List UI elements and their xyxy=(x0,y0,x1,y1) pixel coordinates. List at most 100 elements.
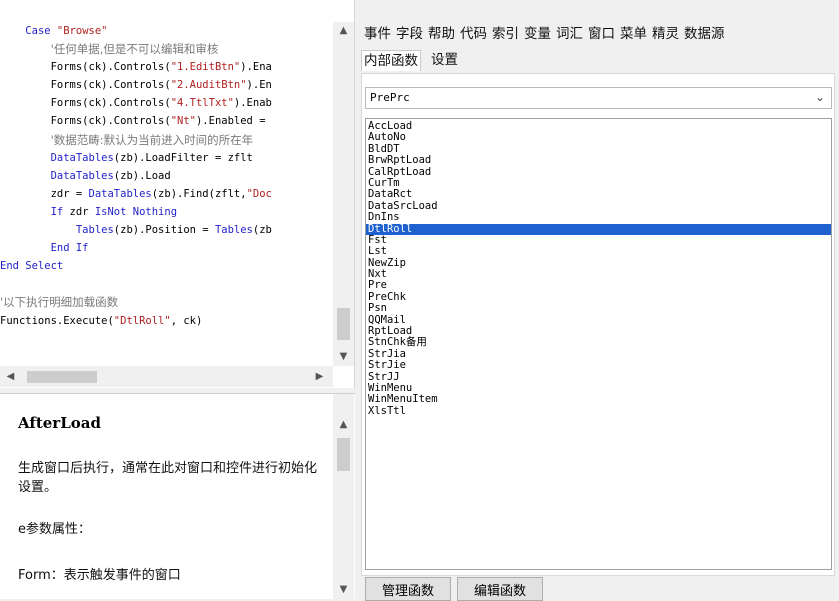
tab-内部函数[interactable]: 内部函数 xyxy=(361,50,421,71)
tab-精灵[interactable]: 精灵 xyxy=(650,24,681,44)
code-token: ).Ena xyxy=(240,61,272,74)
function-list-item[interactable]: StnChk备用 xyxy=(366,337,831,349)
function-list-item[interactable]: AutoNo xyxy=(366,131,831,143)
function-list-item[interactable]: PreChk xyxy=(366,291,831,303)
code-line: Functions.Execute("DtlRoll", ck) xyxy=(0,312,335,330)
code-line: DataTables(zb).Load xyxy=(0,167,335,185)
scroll-up-icon[interactable]: ▲ xyxy=(335,416,352,433)
help-title: AfterLoad xyxy=(18,414,101,432)
code-token: DataTables xyxy=(88,187,152,200)
function-list-item[interactable]: Lst xyxy=(366,245,831,257)
function-list-item[interactable]: StrJie xyxy=(366,359,831,371)
code-token: '以下执行明细加载函数 xyxy=(0,295,119,310)
scroll-left-icon[interactable]: ◀ xyxy=(2,368,19,385)
function-list-item[interactable]: BldDT xyxy=(366,143,831,155)
scroll-right-icon[interactable]: ▶ xyxy=(311,368,328,385)
function-list-item[interactable]: QQMail xyxy=(366,314,831,326)
code-token: zdr = xyxy=(50,187,89,200)
code-token: ).Enab xyxy=(233,97,272,110)
code-token: End Select xyxy=(0,260,64,273)
scroll-thumb[interactable] xyxy=(337,438,350,471)
code-lines[interactable]: Case "Browse" '任何单据,但是不可以编辑和审核 Forms(ck)… xyxy=(0,22,335,330)
code-token: Forms(ck).Controls( xyxy=(50,79,171,92)
function-list-item[interactable]: CurTm xyxy=(366,177,831,189)
function-list-item[interactable]: Pre xyxy=(366,280,831,292)
function-list-item[interactable]: AccLoad xyxy=(366,120,831,132)
code-token: ).En xyxy=(246,79,272,92)
code-line: zdr = DataTables(zb).Find(zflt,"Doc xyxy=(0,185,335,203)
edit-functions-button[interactable]: 编辑函数 xyxy=(457,577,543,601)
function-list[interactable]: AccLoad AutoNo BldDT BrwRptLoad CalRptLoad Cu… xyxy=(365,118,832,570)
function-list-item[interactable]: NewZip xyxy=(366,257,831,269)
combo-value: PrePrc xyxy=(370,91,410,104)
function-list-item[interactable]: Psn xyxy=(366,302,831,314)
code-token: "Nt" xyxy=(170,115,196,128)
tab-数据源[interactable]: 数据源 xyxy=(682,24,727,44)
tab-词汇[interactable]: 词汇 xyxy=(554,24,585,44)
help-form-line: Form：表示触发事件的窗口 xyxy=(18,568,181,583)
function-list-item[interactable]: DtlRoll xyxy=(366,223,831,235)
function-list-item[interactable]: CalRptLoad xyxy=(366,166,831,178)
tab-索引[interactable]: 索引 xyxy=(490,24,521,44)
code-line: Forms(ck).Controls("2.AuditBtn").En xyxy=(0,76,335,94)
code-line: '任何单据,但是不可以编辑和审核 xyxy=(0,40,335,58)
function-list-item[interactable]: Fst xyxy=(366,234,831,246)
code-token: Forms(ck).Controls( xyxy=(50,61,171,74)
function-list-item[interactable]: StrJia xyxy=(366,348,831,360)
code-line: Forms(ck).Controls("Nt").Enabled = xyxy=(0,112,335,130)
tab-事件[interactable]: 事件 xyxy=(362,24,393,44)
code-token: (zb).Find(zflt, xyxy=(151,187,247,200)
scroll-up-icon[interactable]: ▲ xyxy=(335,22,352,39)
code-token: "2.AuditBtn" xyxy=(170,79,247,92)
tab-帮助[interactable]: 帮助 xyxy=(426,24,457,44)
function-list-item[interactable]: Nxt xyxy=(366,268,831,280)
tab-字段[interactable]: 字段 xyxy=(394,24,425,44)
tab-代码[interactable]: 代码 xyxy=(458,24,489,44)
function-list-item[interactable]: XlsTtl xyxy=(366,405,831,417)
code-token: DataTables xyxy=(50,169,114,182)
scroll-thumb[interactable] xyxy=(337,308,350,340)
function-list-item[interactable]: RptLoad xyxy=(366,325,831,337)
function-group-select[interactable]: PrePrc ⌄ xyxy=(365,87,832,109)
manage-functions-button[interactable]: 管理函数 xyxy=(365,577,451,601)
code-line: '以下执行明细加载函数 xyxy=(0,293,335,311)
function-list-item[interactable]: StrJJ xyxy=(366,371,831,383)
function-list-item[interactable]: BrwRptLoad xyxy=(366,154,831,166)
code-token: "1.EditBtn" xyxy=(170,61,241,74)
code-line: Case "Browse" xyxy=(0,22,335,40)
code-token: End If xyxy=(50,242,89,255)
code-token: , ck) xyxy=(170,314,203,327)
tab-窗口[interactable]: 窗口 xyxy=(586,24,617,44)
code-token: '数据范畴:默认为当前进入时间的所在年 xyxy=(50,132,254,147)
function-list-item[interactable]: DataSrcLoad xyxy=(366,200,831,212)
function-list-item[interactable]: DnIns xyxy=(366,211,831,223)
function-list-item[interactable]: WinMenuItem xyxy=(366,393,831,405)
code-line: If zdr IsNot Nothing xyxy=(0,203,335,221)
code-editor[interactable]: Case "Browse" '任何单据,但是不可以编辑和审核 Forms(ck)… xyxy=(0,0,355,388)
code-token: (zb).Position = xyxy=(113,224,215,237)
code-horizontal-scrollbar[interactable]: ◀ ▶ xyxy=(0,366,333,387)
code-token: Tables xyxy=(214,224,253,237)
scroll-down-icon[interactable]: ▼ xyxy=(335,581,352,598)
code-token: If xyxy=(50,205,70,218)
code-line: DataTables(zb).LoadFilter = zflt xyxy=(0,149,335,167)
h-scroll-thumb[interactable] xyxy=(27,371,97,383)
code-token: Forms(ck).Controls( xyxy=(50,97,171,110)
code-token: zdr xyxy=(69,205,95,218)
code-token: DataTables xyxy=(50,151,114,164)
help-description: 生成窗口后执行，通常在此对窗口和控件进行初始化设置。 xyxy=(18,461,318,495)
tab-菜单[interactable]: 菜单 xyxy=(618,24,649,44)
code-token: Case xyxy=(25,25,57,37)
chevron-down-icon[interactable]: ⌄ xyxy=(815,90,825,104)
code-token: "Doc xyxy=(246,187,272,200)
help-vertical-scrollbar[interactable]: ▲ ▼ xyxy=(333,394,354,599)
code-token: Forms(ck).Controls( xyxy=(50,115,171,128)
code-line: Forms(ck).Controls("1.EditBtn").Ena xyxy=(0,58,335,76)
tab-变量[interactable]: 变量 xyxy=(522,24,553,44)
code-token: (zb).LoadFilter = zflt xyxy=(113,151,253,164)
code-vertical-scrollbar[interactable]: ▲ ▼ xyxy=(333,22,354,366)
code-line: Tables(zb).Position = Tables(zb xyxy=(0,221,335,239)
scroll-down-icon[interactable]: ▼ xyxy=(335,348,352,365)
tab-设置[interactable]: 设置 xyxy=(429,50,460,70)
